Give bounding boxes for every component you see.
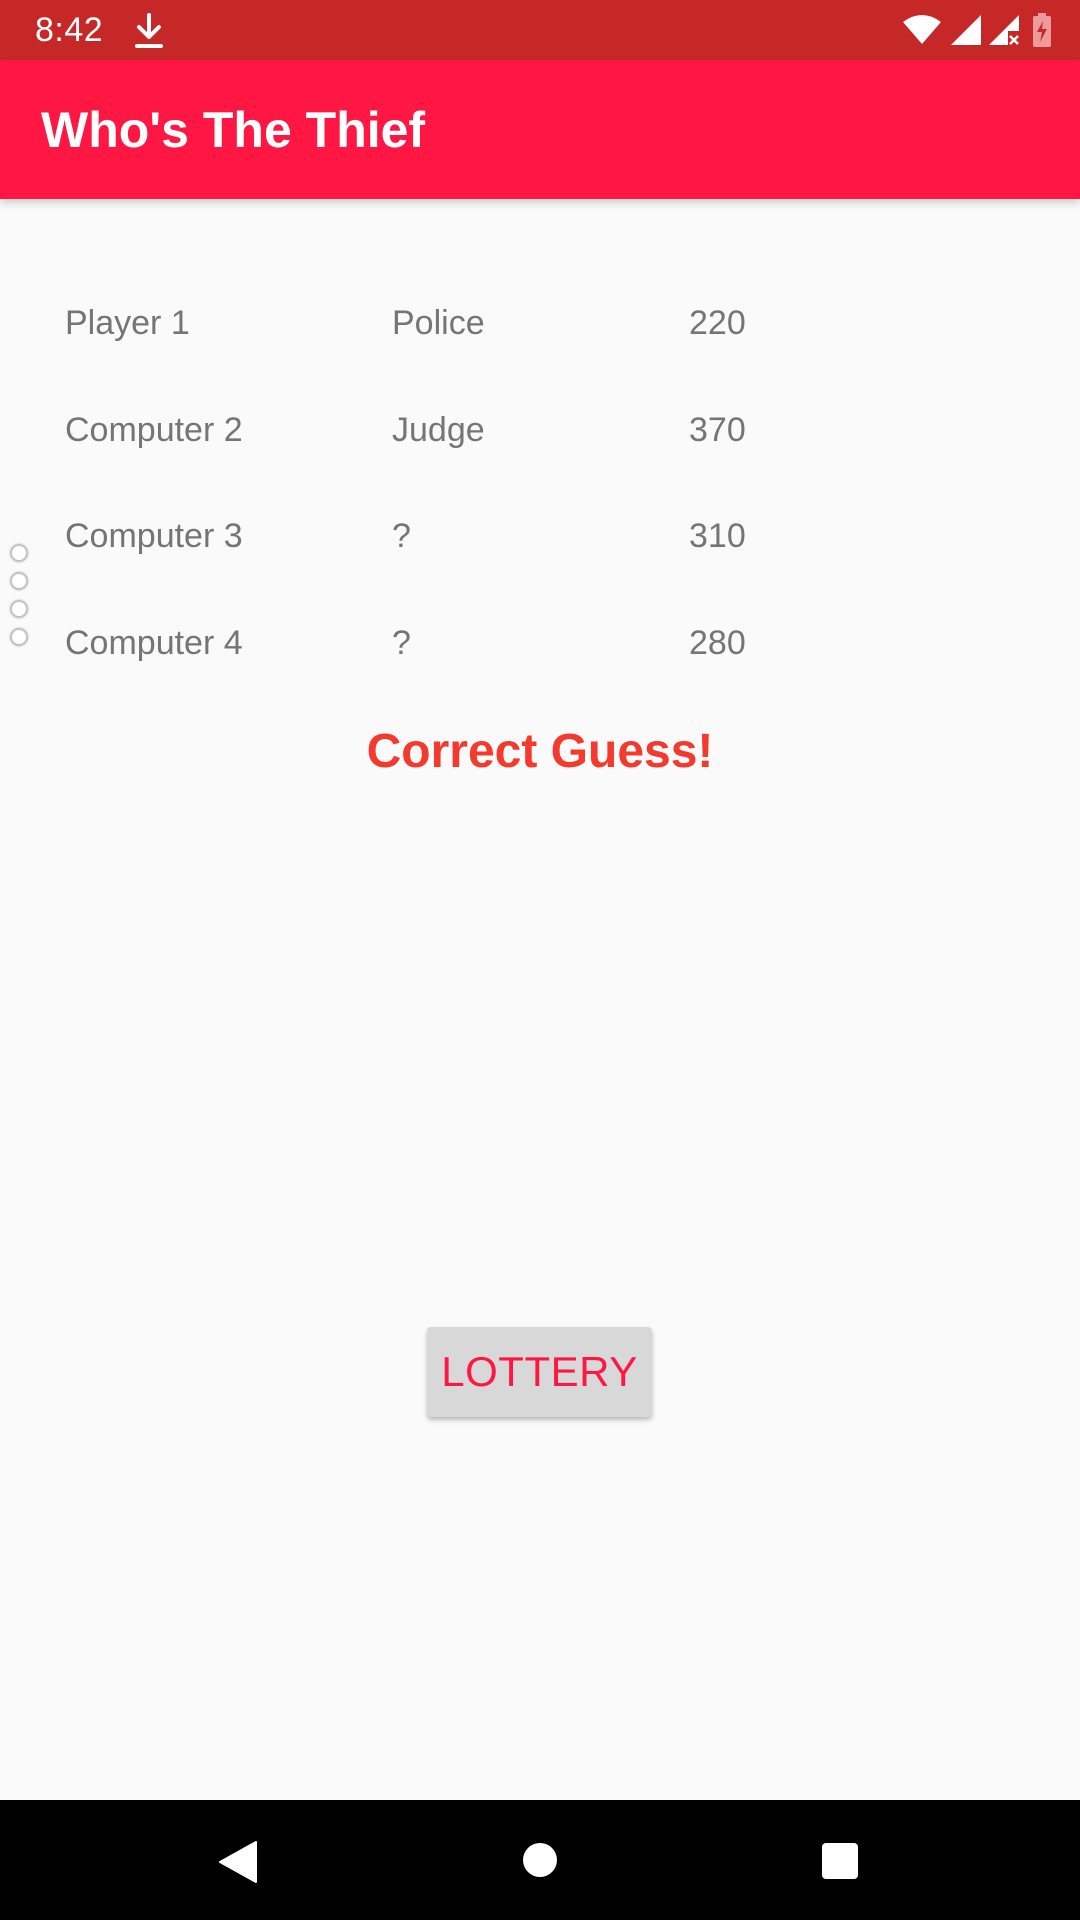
player-name: Player 1 <box>65 304 190 342</box>
result-message: Correct Guess! <box>366 725 714 778</box>
status-bar: 8:42 <box>0 0 1080 60</box>
home-icon[interactable] <box>522 1842 558 1883</box>
recents-icon[interactable] <box>821 1842 859 1885</box>
player-row: Computer 2 Judge 370 <box>0 374 1080 481</box>
player-row: Player 1 Police 220 <box>0 267 1080 374</box>
player-score: 280 <box>689 623 746 662</box>
player-name: Computer 2 <box>65 410 243 449</box>
signal-no-data-icon <box>988 14 1020 46</box>
app-title: Who's The Thief <box>41 102 426 158</box>
player-role: ? <box>392 623 411 662</box>
player-score: 220 <box>689 304 746 342</box>
app-bar: Who's The Thief <box>0 60 1080 199</box>
player-score: 310 <box>689 517 746 555</box>
signal-icon <box>950 14 982 46</box>
player-role: ? <box>392 517 411 555</box>
navigation-bar <box>0 1800 1080 1920</box>
status-time: 8:42 <box>35 11 104 49</box>
player-score: 370 <box>689 410 746 449</box>
player-name: Computer 4 <box>65 623 243 662</box>
player-role: Judge <box>392 410 485 449</box>
wifi-icon <box>902 14 942 46</box>
download-icon <box>133 12 165 50</box>
player-row: Computer 3 ? 310 <box>0 480 1080 587</box>
back-icon[interactable] <box>218 1840 258 1889</box>
player-name: Computer 3 <box>65 517 243 555</box>
lottery-button[interactable]: LOTTERY <box>427 1327 652 1417</box>
players-table: Player 1 Police 220 Computer 2 Judge 370… <box>0 267 1080 693</box>
battery-charging-icon <box>1032 13 1052 47</box>
player-row: Computer 4 ? 280 <box>0 587 1080 694</box>
status-icons <box>902 12 1052 48</box>
player-role: Police <box>392 304 485 342</box>
